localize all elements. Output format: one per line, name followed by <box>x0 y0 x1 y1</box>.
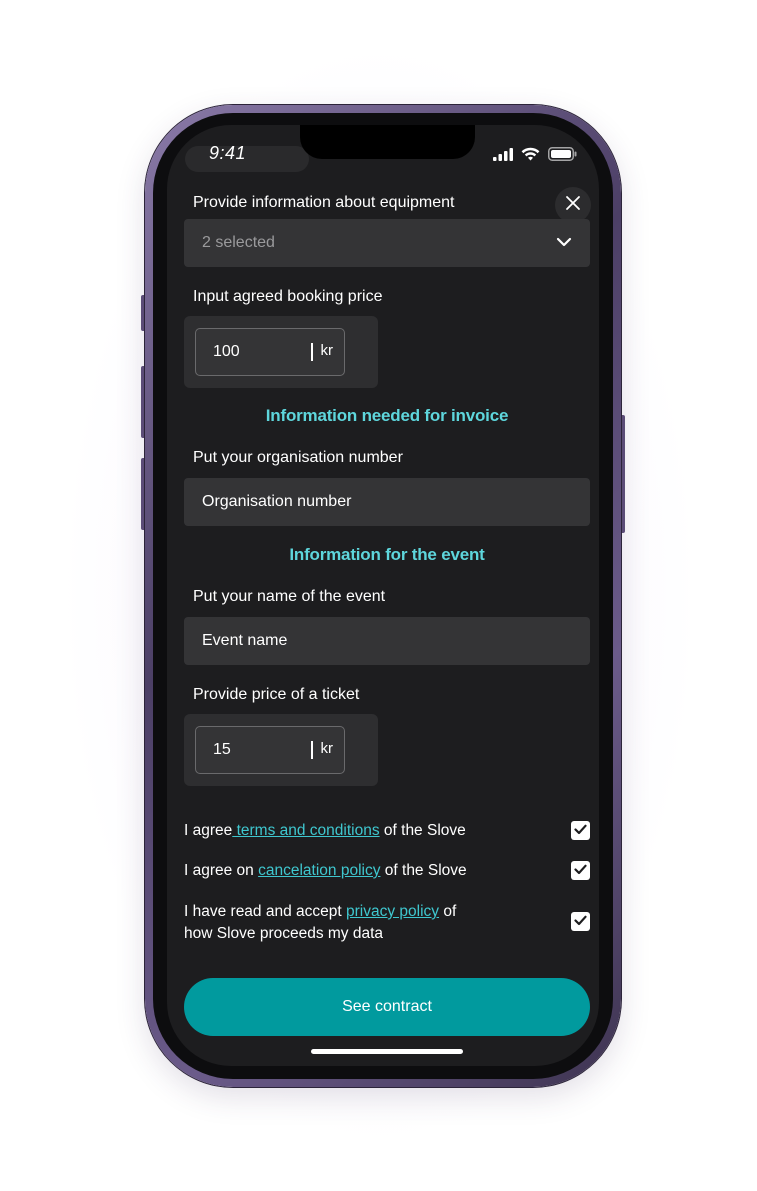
agreement-text: I have read and accept <box>184 903 347 920</box>
event-name-placeholder: Event name <box>202 632 288 649</box>
cursor-divider <box>311 741 313 759</box>
wifi-icon <box>521 147 540 166</box>
ticket-price-container: 15 kr <box>184 714 378 786</box>
booking-price-input[interactable]: 100 kr <box>195 328 345 376</box>
see-contract-button[interactable]: See contract <box>184 978 590 1036</box>
booking-price-label: Input agreed booking price <box>193 288 383 305</box>
organisation-number-input[interactable]: Organisation number <box>184 478 590 526</box>
terms-link[interactable]: terms and conditions <box>232 822 380 839</box>
ticket-price-label: Provide price of a ticket <box>193 686 360 703</box>
check-icon <box>574 862 587 880</box>
agreement-text: I agree on <box>184 862 259 879</box>
status-icons <box>493 147 577 166</box>
invoice-section-title: Information needed for invoice <box>265 406 509 425</box>
agreement-text: of the Slove <box>380 862 467 879</box>
ticket-price-unit: kr <box>320 740 334 757</box>
battery-icon <box>548 147 577 166</box>
chevron-down-icon <box>556 234 572 252</box>
booking-price-container: 100 kr <box>184 316 378 388</box>
agreement-text: of <box>439 903 457 920</box>
privacy-agreement-row: I have read and accept privacy policy of… <box>184 901 590 945</box>
booking-price-unit: kr <box>320 342 334 359</box>
event-name-input[interactable]: Event name <box>184 617 590 665</box>
privacy-policy-link[interactable]: privacy policy <box>346 903 439 920</box>
agreement-text: I agree <box>184 822 233 839</box>
ticket-price-value: 15 <box>213 741 231 758</box>
cancelation-policy-link[interactable]: cancelation policy <box>258 862 380 879</box>
check-icon <box>574 913 587 931</box>
privacy-checkbox[interactable] <box>571 912 590 931</box>
app-screen: 9:41 Provide information about equipment… <box>167 125 599 1066</box>
status-time: 9:41 <box>209 143 247 163</box>
organisation-number-placeholder: Organisation number <box>202 493 352 510</box>
equipment-label: Provide information about equipment <box>193 194 455 211</box>
event-name-label: Put your name of the event <box>193 588 386 605</box>
terms-agreement-row: I agree terms and conditions of the Slov… <box>184 820 590 842</box>
cancelation-checkbox[interactable] <box>571 861 590 880</box>
equipment-select[interactable]: 2 selected <box>184 219 590 267</box>
terms-checkbox[interactable] <box>571 821 590 840</box>
cursor-divider <box>311 343 313 361</box>
check-icon <box>574 822 587 840</box>
cancelation-agreement-row: I agree on cancelation policy of the Slo… <box>184 860 590 882</box>
ticket-price-input[interactable]: 15 kr <box>195 726 345 774</box>
agreement-text-line2: how Slove proceeds my data <box>184 925 384 942</box>
booking-price-value: 100 <box>213 343 240 360</box>
notch <box>300 125 475 159</box>
agreement-text: of the Slove <box>379 822 466 839</box>
equipment-selected-value: 2 selected <box>202 234 275 251</box>
home-indicator <box>311 1049 463 1054</box>
event-section-title: Information for the event <box>289 545 485 564</box>
organisation-label: Put your organisation number <box>193 449 403 466</box>
signal-icon <box>493 148 513 166</box>
close-icon <box>565 195 581 216</box>
ghost-chip <box>185 146 309 172</box>
close-button[interactable] <box>555 187 591 223</box>
